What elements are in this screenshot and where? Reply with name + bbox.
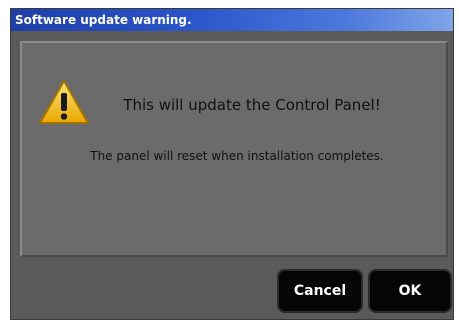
- cancel-button[interactable]: Cancel: [277, 269, 363, 313]
- dialog-title: Software update warning.: [15, 13, 192, 27]
- warning-icon: [39, 80, 89, 124]
- warning-headline: This will update the Control Panel!: [123, 96, 381, 114]
- message-panel: This will update the Control Panel! The …: [20, 41, 448, 257]
- warning-detail: The panel will reset when installation c…: [90, 149, 384, 163]
- ok-button[interactable]: OK: [368, 269, 452, 313]
- update-warning-dialog: Software update warning. This will updat…: [10, 8, 454, 320]
- title-bar: Software update warning.: [11, 9, 453, 31]
